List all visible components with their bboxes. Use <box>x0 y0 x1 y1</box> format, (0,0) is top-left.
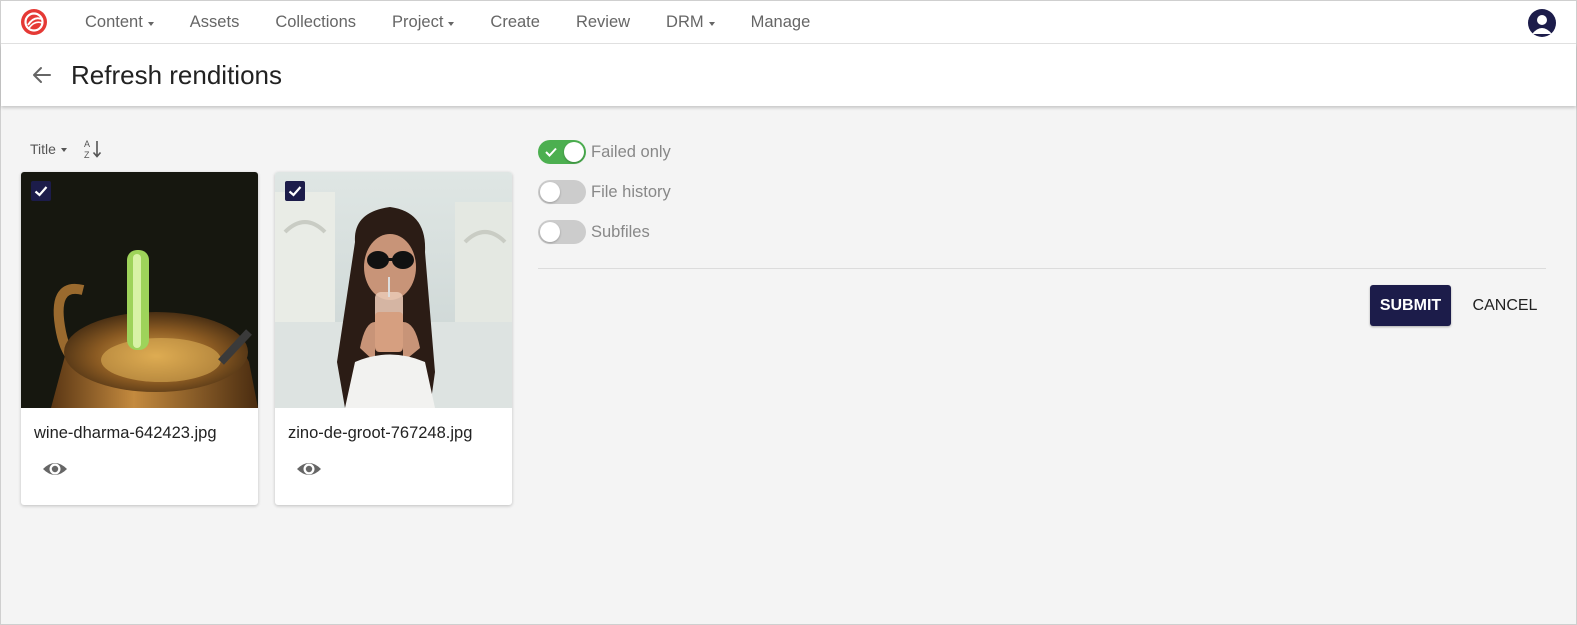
asset-filename: zino-de-groot-767248.jpg <box>288 424 473 442</box>
toggle-knob <box>540 222 560 242</box>
divider <box>538 268 1546 269</box>
nav-item-label: DRM <box>666 13 704 31</box>
asset-thumbnail[interactable] <box>275 172 512 408</box>
asset-thumbnail[interactable] <box>21 172 258 408</box>
sort-field-dropdown[interactable]: Title <box>30 141 67 157</box>
caret-down-icon <box>60 148 67 152</box>
top-nav: Content Assets Collections Project Creat… <box>1 1 1576 44</box>
nav-item-manage[interactable]: Manage <box>733 13 829 32</box>
checkmark-icon <box>34 186 48 197</box>
nav-item-label: Project <box>392 13 444 31</box>
asset-card[interactable]: zino-de-groot-767248.jpg <box>275 172 512 505</box>
nav-item-project[interactable]: Project <box>374 13 472 32</box>
cancel-button[interactable]: CANCEL <box>1464 285 1546 326</box>
nav-item-drm[interactable]: DRM <box>648 13 733 32</box>
select-checkbox[interactable] <box>31 181 51 201</box>
nav-item-label: Assets <box>189 13 240 31</box>
option-subfiles: Subfiles <box>538 219 671 245</box>
select-checkbox[interactable] <box>285 181 305 201</box>
subfiles-toggle[interactable] <box>538 220 586 244</box>
option-label: Subfiles <box>591 222 650 241</box>
option-label: File history <box>591 182 671 201</box>
option-label: Failed only <box>591 142 671 161</box>
nav-item-review[interactable]: Review <box>558 13 648 32</box>
caret-down-icon <box>448 21 455 26</box>
svg-text:Z: Z <box>84 150 90 160</box>
failed-only-toggle[interactable] <box>538 140 586 164</box>
back-arrow-icon[interactable] <box>29 62 55 88</box>
caret-down-icon <box>708 21 715 26</box>
nav-item-label: Manage <box>750 13 811 31</box>
caret-down-icon <box>147 21 154 26</box>
nav-item-label: Review <box>575 13 631 31</box>
page-header: Refresh renditions <box>1 44 1576 106</box>
options-panel: Failed only File history Subfiles <box>538 139 671 259</box>
asset-filename: wine-dharma-642423.jpg <box>34 424 217 442</box>
submit-button[interactable]: SUBMIT <box>1370 285 1451 326</box>
user-avatar-icon[interactable] <box>1528 9 1556 37</box>
sort-bar: Title A Z <box>30 138 103 160</box>
nav-item-label: Create <box>490 13 540 31</box>
sort-az-icon[interactable]: A Z <box>83 138 103 160</box>
preview-eye-icon[interactable] <box>295 458 323 480</box>
brand-logo-icon[interactable] <box>20 8 48 36</box>
toggle-knob <box>564 142 584 162</box>
sort-field-label: Title <box>30 141 56 157</box>
nav-item-assets[interactable]: Assets <box>172 13 258 32</box>
asset-card[interactable]: wine-dharma-642423.jpg <box>21 172 258 505</box>
toggle-knob <box>540 182 560 202</box>
preview-eye-icon[interactable] <box>41 458 69 480</box>
option-file-history: File history <box>538 179 671 205</box>
option-failed-only: Failed only <box>538 139 671 165</box>
nav-item-create[interactable]: Create <box>472 13 558 32</box>
page-title: Refresh renditions <box>71 60 282 90</box>
nav-item-content[interactable]: Content <box>67 13 172 32</box>
nav-item-label: Collections <box>275 13 357 31</box>
nav-item-collections[interactable]: Collections <box>257 13 374 32</box>
nav-menu: Content Assets Collections Project Creat… <box>67 1 828 44</box>
checkmark-icon <box>288 186 302 197</box>
file-history-toggle[interactable] <box>538 180 586 204</box>
check-icon <box>545 147 557 157</box>
svg-text:A: A <box>84 139 90 149</box>
nav-item-label: Content <box>85 13 143 31</box>
